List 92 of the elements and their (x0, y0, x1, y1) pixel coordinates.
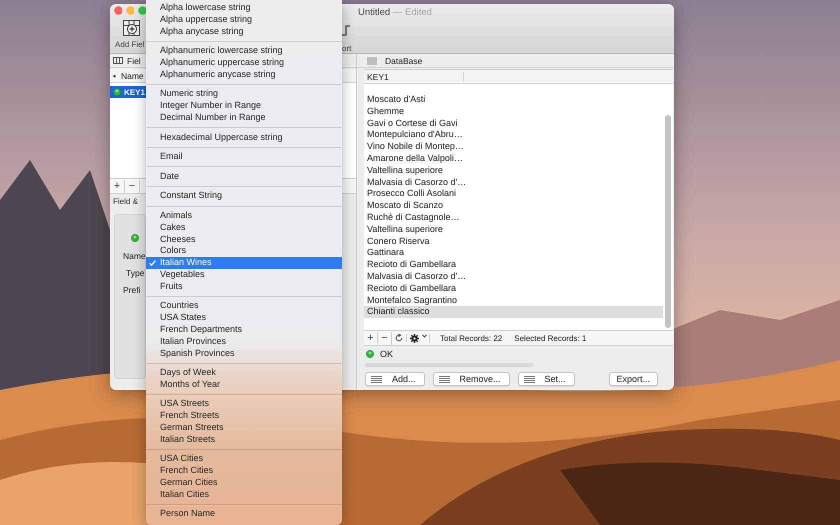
menu-item[interactable]: Animals (146, 210, 342, 222)
table-row[interactable]: Valtellina superiore (364, 224, 663, 236)
status-text: OK (380, 349, 394, 359)
menu-item[interactable]: Italian Cities (146, 488, 342, 501)
field-row[interactable]: KEY1 (110, 86, 146, 98)
menu-item[interactable]: Alpha uppercase string (146, 14, 342, 26)
pane-title: DataBase (385, 56, 422, 66)
menu-item[interactable]: French Streets (146, 410, 342, 422)
table-row[interactable]: Moscato d'Asti (364, 94, 663, 106)
menu-item[interactable]: German Cities (146, 477, 342, 489)
menu-item[interactable]: Cheeses (146, 234, 342, 246)
menu-item[interactable]: Numeric string (146, 88, 342, 100)
menu-item[interactable]: Constant String (146, 190, 342, 202)
menu-item[interactable]: Alphanumeric uppercase string (146, 56, 342, 69)
menu-item[interactable]: Italian Provinces (146, 336, 342, 348)
table-row[interactable]: Valtellina superiore (364, 164, 663, 177)
field-label: Prefi (123, 284, 140, 297)
window-title: Untitled — Edited (357, 6, 433, 18)
database-icon (367, 56, 377, 64)
menu-item[interactable]: German Streets (146, 422, 342, 434)
action-button[interactable]: Export... (608, 372, 658, 386)
field-label: Name (123, 250, 146, 263)
table-row[interactable]: Amarone della Valpoli… (364, 152, 663, 165)
caret-icon[interactable] (422, 334, 426, 338)
menu-item[interactable]: Integer Number in Range (146, 100, 342, 112)
remove-button[interactable]: − (125, 180, 140, 192)
menu-item[interactable]: USA Streets (146, 398, 342, 410)
menu-item[interactable]: Cakes (146, 222, 342, 234)
menu-item[interactable]: Colors (146, 245, 342, 258)
menu-item[interactable]: Alphanumeric lowercase string (146, 45, 342, 57)
table-row[interactable]: Montefalco Sagrantino (364, 294, 663, 306)
toolbar-label: ort (342, 44, 352, 53)
menu-item[interactable]: Vegetables (146, 268, 342, 281)
menu-item[interactable]: USA Cities (146, 453, 342, 466)
table-row[interactable]: Ghemme (364, 106, 663, 118)
status-dot-icon (366, 350, 374, 358)
refresh-icon[interactable] (395, 334, 403, 342)
remove-button[interactable]: − (378, 332, 392, 344)
menu-item[interactable]: Fruits (146, 280, 342, 293)
menu-item[interactable]: USA States (146, 312, 342, 324)
menu-item[interactable]: Days of Week (146, 367, 342, 379)
list-icon (524, 376, 535, 382)
menu-item[interactable]: Italian Wines (146, 257, 342, 269)
add-field-icon[interactable] (123, 20, 140, 36)
checkmark-icon (149, 260, 156, 266)
table-row[interactable]: Moscato di Scanzo (364, 200, 663, 212)
add-button[interactable]: + (110, 180, 125, 192)
table-row[interactable]: Vino Nobile di Montep… (364, 141, 663, 153)
total-records: Total Records: 22 (440, 334, 502, 342)
action-button[interactable]: Add... (365, 372, 425, 386)
table-row[interactable]: Recioto di Gambellara (364, 259, 663, 271)
menu-item[interactable]: Italian Streets (146, 434, 342, 446)
table-row[interactable]: Gattinara (364, 247, 663, 260)
table-row[interactable]: Ruchè di Castagnole… (364, 212, 663, 224)
menu-item[interactable]: French Cities (146, 465, 342, 478)
list-icon (371, 376, 382, 382)
columns-icon (113, 57, 123, 64)
table-row[interactable]: Gavi o Cortese di Gavi (364, 118, 663, 130)
menu-item[interactable]: Countries (146, 300, 342, 312)
table-row[interactable]: Malvasia di Casorzo d'… (364, 270, 663, 283)
close-button[interactable] (114, 6, 122, 15)
menu-item[interactable]: Spanish Provinces (146, 348, 342, 360)
menu-item[interactable]: Months of Year (146, 378, 342, 391)
table-row[interactable]: Conero Riserva (364, 236, 663, 248)
menu-item[interactable]: Alpha anycase string (146, 26, 342, 38)
column-header[interactable]: Name (120, 70, 144, 80)
pane-title: Fiel (127, 56, 141, 66)
menu-item[interactable]: French Departments (146, 324, 342, 336)
menu-item[interactable]: Person Name (146, 508, 342, 520)
add-button[interactable]: + (364, 332, 378, 344)
action-button[interactable]: Set... (518, 372, 575, 386)
status-dot-icon (131, 234, 139, 242)
settings-icon[interactable] (410, 334, 418, 342)
scrollbar[interactable] (665, 115, 671, 328)
action-button[interactable]: Remove... (432, 372, 510, 386)
field-status-icon (113, 88, 121, 96)
list-icon (438, 376, 450, 382)
toolbar-label: Add Fiel (115, 40, 144, 49)
menu-item[interactable]: Alphanumeric anycase string (146, 68, 342, 81)
table-row[interactable]: Recioto di Gambellara (364, 282, 663, 295)
field-label: Type (126, 267, 144, 280)
table-row[interactable]: Prosecco Colli Asolani (364, 188, 663, 200)
section-title: Field & (112, 196, 139, 208)
selected-records: Selected Records: 1 (514, 334, 586, 342)
menu-item[interactable]: Hexadecimal Uppercase string (146, 132, 342, 144)
menu-item[interactable]: Date (146, 170, 342, 183)
menu-item[interactable]: Decimal Number in Range (146, 112, 342, 124)
table-row[interactable]: Chianti classico (364, 306, 663, 318)
menu-item[interactable]: Alpha lowercase string (146, 2, 342, 14)
menu-item[interactable]: Email (146, 151, 342, 163)
table-row[interactable]: Montepulciano d'Abru… (364, 129, 663, 142)
table-row[interactable]: Malvasia di Casorzo d'… (364, 176, 663, 188)
